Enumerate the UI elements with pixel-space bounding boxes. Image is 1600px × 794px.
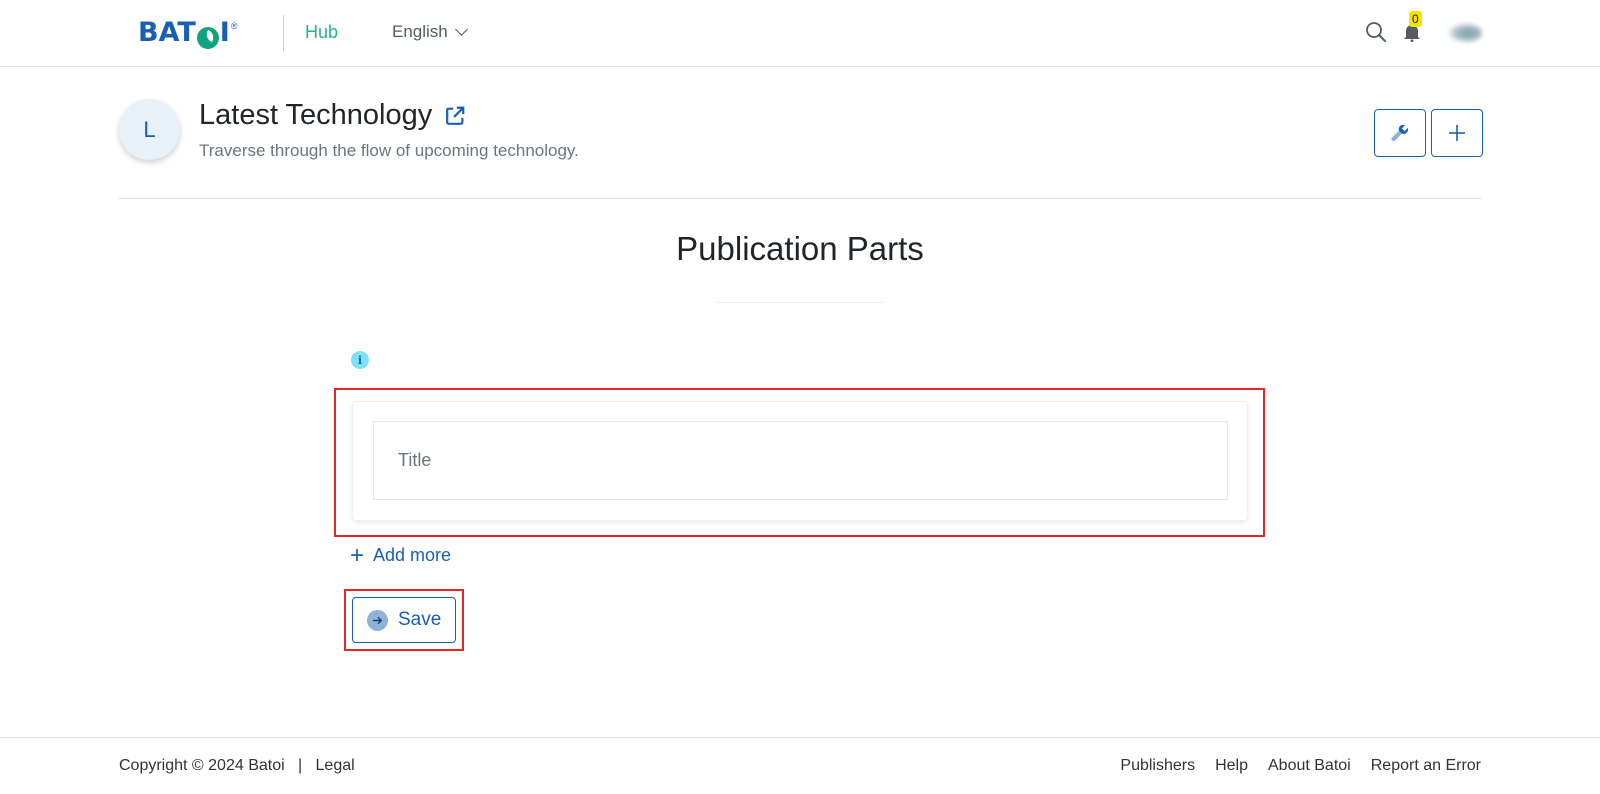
- logo-text-left: BAT: [138, 17, 196, 48]
- publication-title: Latest Technology: [199, 99, 433, 131]
- publication-part-card: [352, 401, 1248, 521]
- external-link-icon[interactable]: [444, 105, 466, 127]
- batoi-logo[interactable]: BAT I ®: [138, 17, 238, 49]
- footer-separator: |: [298, 757, 303, 774]
- footer-link-help[interactable]: Help: [1215, 757, 1248, 775]
- settings-button[interactable]: [1374, 109, 1426, 157]
- footer-divider: [0, 737, 1600, 738]
- logo-leaf-icon: [196, 27, 219, 49]
- add-more-link[interactable]: + Add more: [350, 541, 452, 569]
- footer-copyright: Copyright © 2024 Batoi | Legal: [119, 757, 355, 775]
- chevron-down-icon: [454, 23, 468, 36]
- language-dropdown[interactable]: English: [392, 22, 468, 42]
- publication-avatar: L: [119, 99, 180, 160]
- info-glyph: i: [357, 353, 363, 367]
- header-divider: [283, 15, 284, 51]
- save-button[interactable]: Save: [352, 597, 456, 643]
- hub-link[interactable]: Hub: [305, 22, 338, 43]
- registered-mark: ®: [230, 21, 238, 31]
- footer-links: Publishers Help About Batoi Report an Er…: [1120, 757, 1481, 775]
- user-avatar[interactable]: [1448, 23, 1482, 43]
- notification-count-badge: 0: [1409, 11, 1422, 27]
- info-icon[interactable]: i: [351, 351, 369, 369]
- search-icon: [1366, 22, 1386, 42]
- footer-link-report-error[interactable]: Report an Error: [1371, 757, 1481, 775]
- footer-link-publishers[interactable]: Publishers: [1120, 757, 1195, 775]
- part-title-input[interactable]: [373, 421, 1228, 500]
- legal-link[interactable]: Legal: [316, 757, 355, 774]
- plus-icon: [1449, 125, 1465, 141]
- plus-icon: +: [350, 541, 365, 569]
- save-label: Save: [398, 609, 442, 630]
- add-button[interactable]: [1431, 109, 1483, 157]
- publication-description: Traverse through the flow of upcoming te…: [199, 141, 579, 160]
- footer-link-about[interactable]: About Batoi: [1268, 757, 1351, 775]
- section-divider: [119, 198, 1481, 199]
- publication-initial: L: [143, 116, 156, 142]
- title-underline: [714, 302, 886, 303]
- copyright-text: Copyright © 2024 Batoi: [119, 757, 285, 774]
- logo-text-right: I: [219, 17, 230, 48]
- top-navbar: BAT I ® Hub English 0: [0, 0, 1600, 67]
- add-more-label: Add more: [373, 545, 452, 565]
- search-button[interactable]: [1364, 20, 1390, 46]
- page-title: Publication Parts: [676, 230, 924, 267]
- arrow-right-circle-icon: [367, 609, 388, 631]
- language-label: English: [392, 22, 448, 41]
- publication-title-row: Latest Technology: [199, 99, 466, 132]
- wrench-icon: [1391, 124, 1409, 141]
